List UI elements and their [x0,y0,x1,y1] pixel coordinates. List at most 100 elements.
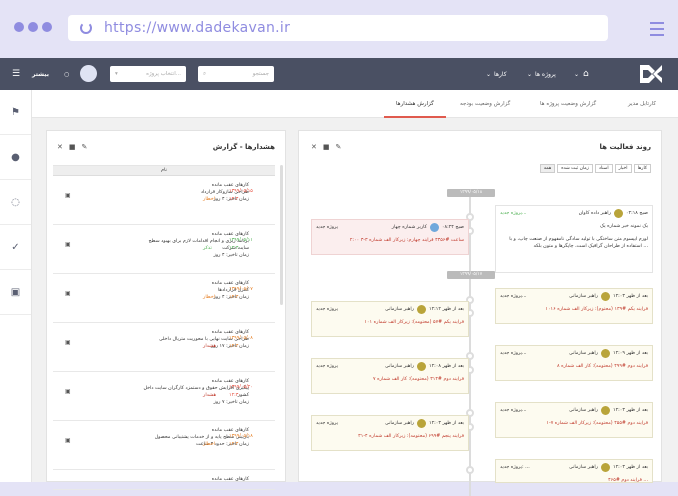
avatar[interactable] [80,65,97,82]
lock-icon: ▣ [65,192,71,199]
left-sidebar: ⚑ ● ◌ ✓ ▣ [0,90,32,482]
avatar [601,463,610,472]
card-tag: پروژه جدید... [500,294,527,299]
avatar [417,305,426,314]
card-user: راهبر سازمانی [385,307,414,312]
card-tag: پروژه جدید... [500,211,527,216]
tab-budget-status[interactable]: گزارش وضعیت بودجه [460,90,510,118]
menu-icon[interactable]: ☰ [12,58,20,90]
close-icon[interactable]: ✕ [57,143,69,151]
row-date: ۱۳۹۹/۰۵/۱۸ [229,434,253,439]
timeline-date: ۱۳۹۹/۰۵/۱۷ [447,271,495,279]
filter-all[interactable]: همه [539,164,556,173]
activity-card[interactable]: پروژه جدید راهبر سازمانی ۱۲:۱۲ بعد از ظهر … [311,301,469,337]
timeline-date: ۱۳۹۹/۰۵/۱۸ [447,189,495,197]
row-date: ۱۳۹۹/۰۵/۰۸ [229,336,253,341]
status-badge: اخطار [203,295,216,300]
row-date: ۱۳۹۹/۰۵/۰۷ [229,287,253,292]
activity-card[interactable]: پروژه جدید... راهبر داده کاوان ۰۴:۱۸ صبح ی… [495,205,653,273]
card-tag: پروژه جدید [316,421,338,426]
activity-panel: روند فعالیت ها ✕■✎ همه زمان ثبت شده اسنا… [298,130,662,496]
close-icon[interactable]: ✕ [311,143,323,151]
column-header-name: نام [53,166,275,176]
avatar [601,406,610,415]
panel-actions: ✕■✎ [311,143,347,151]
projects-menu[interactable]: ⌄ پروژه ها [527,58,556,90]
address-bar[interactable]: https://www.dadekavan.ir [68,15,608,41]
window-dot[interactable] [42,22,52,32]
card-user: کاربر شماره چهار [391,225,427,230]
table-row[interactable]: کارهای عقب مانده برنامه ریزی و انجام اقدا… [53,225,275,274]
card-title: فرایند یکم #۵۷ (محتومه): زیرکار الف شمار… [364,320,464,325]
filter-news[interactable]: اخبار [614,164,632,173]
table-row[interactable]: کارهای عقب مانده طراحی سایت نهایی با محور… [53,323,275,372]
activity-card[interactable]: پروژه جدید... راهبر سازمانی ۱۲:۰۹ بعد از ظ… [495,345,653,381]
app-logo[interactable] [640,65,662,83]
window-dot[interactable] [14,22,24,32]
card-user: راهبر سازمانی [569,351,598,356]
window-controls [14,22,52,32]
window-dot[interactable] [28,22,38,32]
alerts-title: هشدارها - گزارش [212,143,275,151]
row-date: ۱۳۹۹/۰۵/۱۱ [229,238,253,243]
edit-icon[interactable]: ✎ [336,143,348,151]
home-menu[interactable]: ⌄ ⌂ [574,58,589,90]
tab-alerts-report[interactable]: گزارش هشدارها [384,90,446,118]
reload-icon[interactable] [80,22,92,34]
table-row[interactable]: کارهای عقب مانده بازبینی سطح پایه و از خد… [53,421,275,470]
card-body: لورم ایپسوم متن ساختگی با تولید سادگی نا… [509,237,648,249]
browser-chrome: https://www.dadekavan.ir [0,0,678,58]
chat-icon[interactable]: ▣ [0,270,31,315]
row-line: زمان تاخیر: ۴ روز [213,253,249,258]
table-row[interactable]: کارهای عقب مانده طراحی سازوکار قرارداد زما… [53,176,275,225]
card-user: راهبر سازمانی [569,294,598,299]
clipboard-check-icon[interactable]: ✓ [0,225,31,270]
user-icon[interactable]: ● [0,135,31,180]
activity-card[interactable]: پروژه جدید راهبر سازمانی ۱۲:۰۳ بعد از ظهر … [311,415,469,451]
tab-projects-status[interactable]: گزارش وضعیت پروژه ها [540,90,596,118]
alerts-table: نام کارهای عقب مانده طراحی سازوکار قراردا… [53,165,275,490]
top-navigation: ☰ بیشتر ○ ▾ انتخاب پروژه... ⌕ جستجو ⌄ کارها… [0,58,678,90]
activity-card[interactable]: پروژه جدید: ... راهبر سازمانی ۱۲:۰۳ بعد از… [495,459,653,483]
edit-icon[interactable]: ✎ [82,143,94,151]
trash-icon[interactable]: ■ [69,143,82,151]
card-time: ۱۲:۰۳ بعد از ظهر [613,294,648,299]
chevron-down-icon: ▾ [115,71,118,77]
card-time: ۰۸:۲۴ صبح [441,225,464,230]
trash-icon[interactable]: ■ [323,143,336,151]
activity-card[interactable]: پروژه جدید راهبر سازمانی ۱۲:۰۸ بعد از ظهر … [311,358,469,394]
card-title: ۲:۰۰ ساعت #۴۳۵۶ فرایند چهارم: زیرکار الف… [349,238,464,243]
scrollbar[interactable] [280,165,283,305]
panel-actions: ✕■✎ [57,143,93,151]
card-tag: پروژه جدید [316,307,338,312]
card-title: یک نمونه خبر شماره یک [600,224,648,229]
lock-icon: ▣ [65,339,71,346]
flag-icon[interactable]: ⚑ [0,90,31,135]
tab-manager-dashboard[interactable]: کارتابل مدیر [628,90,656,118]
tasks-menu[interactable]: ⌄ کارها [486,58,507,90]
filter-documents[interactable]: اسناد [594,164,613,173]
filter-logged-time[interactable]: زمان ثبت شده [557,164,593,173]
activity-card[interactable]: پروژه جدید... راهبر سازمانی ۱۲:۰۳ بعد از ظ… [495,402,653,438]
url-text[interactable]: https://www.dadekavan.ir [104,20,290,36]
avatar [613,209,623,218]
status-icon[interactable]: ○ [64,58,69,90]
search-input[interactable]: ⌕ جستجو [198,66,274,82]
avatar [417,362,426,371]
table-row[interactable]: کارهای عقب مانده کنترل قراردادها زمان تاخی… [53,274,275,323]
table-row[interactable]: کارهای عقب مانده [53,470,275,490]
row-time: ۱۲:۳۰ [229,442,241,447]
lightbulb-icon[interactable]: ◌ [0,180,31,225]
lock-icon: ▣ [65,388,71,395]
avatar [601,292,610,301]
activity-card[interactable]: پروژه جدید کاربر شماره چهار ۰۸:۲۴ صبح ۲:۰۰… [311,219,469,255]
tasks-menu-label: کارها [494,70,507,78]
filter-tasks[interactable]: کارها [633,164,651,173]
more-menu[interactable]: بیشتر [32,58,49,90]
report-tabs: کارتابل مدیر گزارش وضعیت پروژه ها گزارش … [32,90,678,118]
browser-menu-icon[interactable] [650,22,664,40]
activity-card[interactable]: پروژه جدید... راهبر سازمانی ۱۲:۰۳ بعد از ظ… [495,288,653,324]
table-row[interactable]: کارهای عقب مانده پیگیری افزایش حقوق و دست… [53,372,275,421]
status-badge: اخطار [203,442,216,447]
project-select[interactable]: ▾ انتخاب پروژه... [110,66,186,82]
